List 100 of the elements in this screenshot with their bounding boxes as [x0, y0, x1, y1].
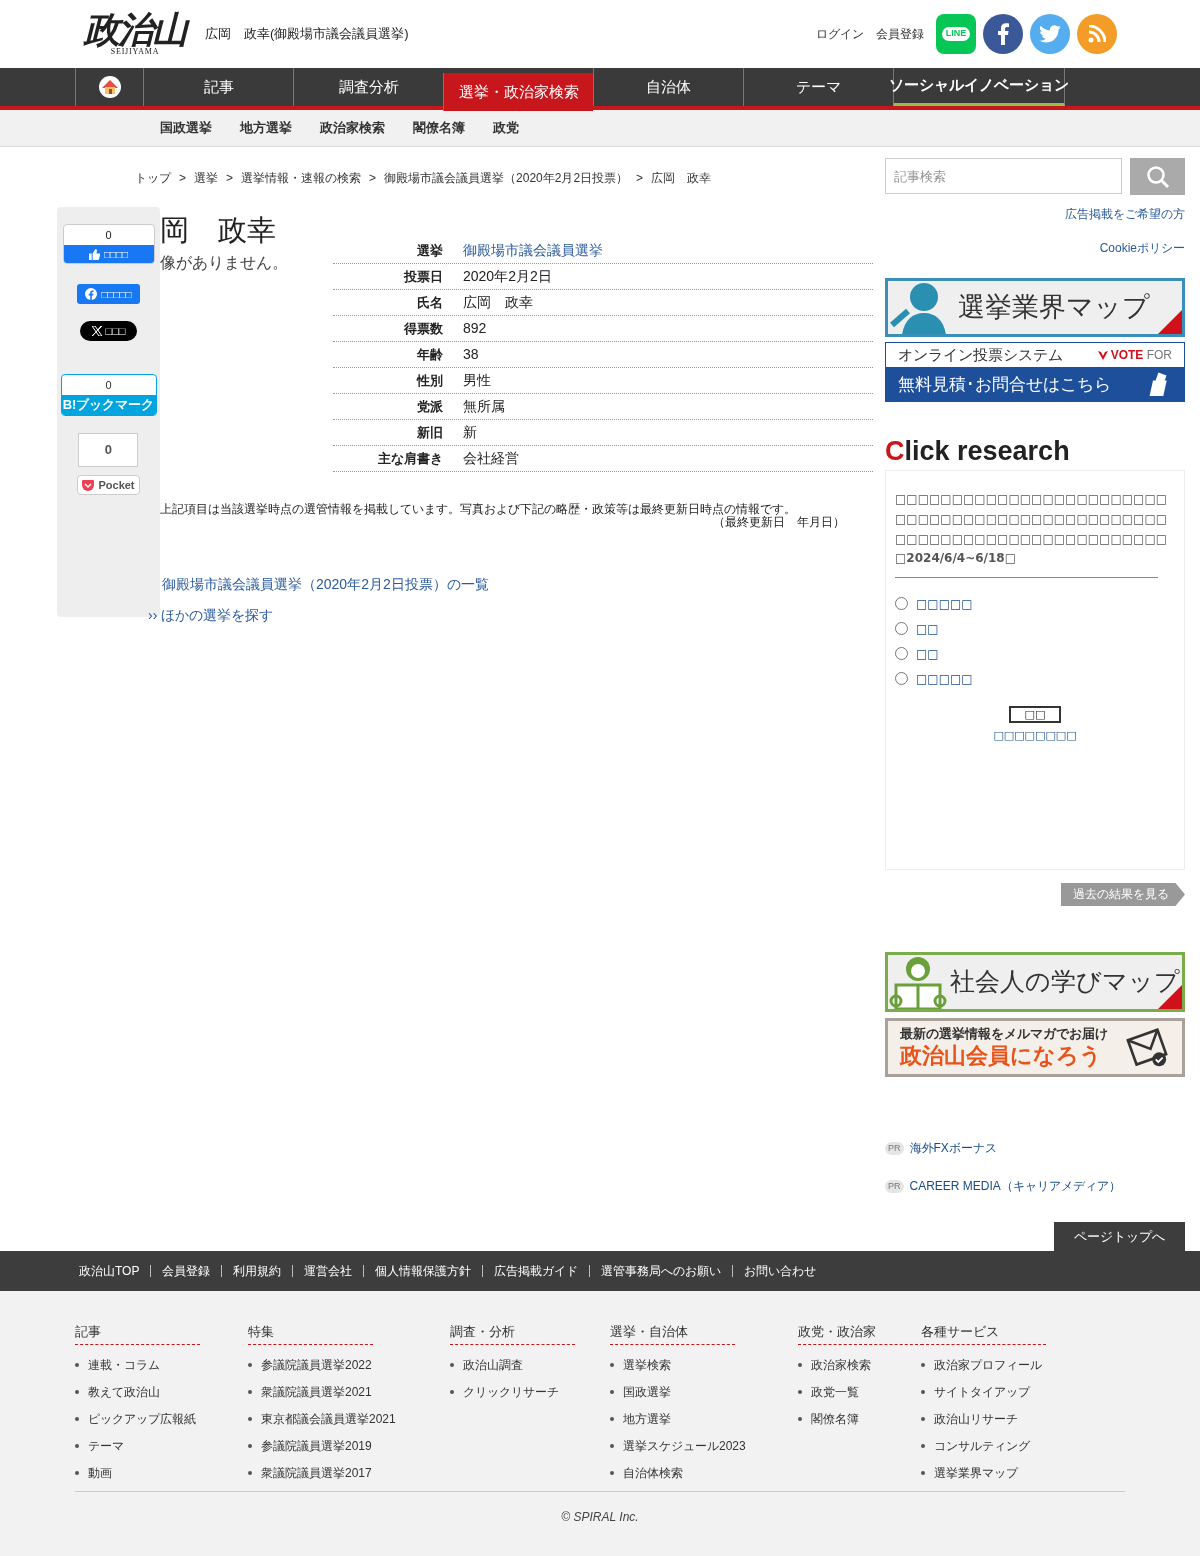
footer-column-link[interactable]: クリックリサーチ	[463, 1382, 559, 1401]
ad-inquiry-link[interactable]: 広告掲載をご希望の方	[1065, 205, 1185, 223]
footer-column-link[interactable]: 政治山調査	[463, 1355, 523, 1374]
footer-link[interactable]: 会員登録	[162, 1262, 211, 1280]
election-list-link[interactable]: 御殿場市議会議員選挙（2020年2月2日投票）の一覧	[162, 574, 875, 595]
search-button[interactable]	[1130, 158, 1185, 195]
footer-column-link[interactable]: 選挙検索	[623, 1355, 671, 1374]
bullet-icon	[75, 1443, 79, 1448]
rss-icon[interactable]	[1077, 14, 1117, 54]
footer-column-link[interactable]: ピックアップ広報紙	[88, 1409, 196, 1428]
footer-column-link[interactable]: 自治体検索	[623, 1463, 683, 1482]
footer-column-link[interactable]: テーマ	[88, 1436, 124, 1455]
footer-column-link[interactable]: 政治家検索	[811, 1355, 871, 1374]
field-value: 広岡 政幸	[463, 293, 533, 312]
footer-column-link[interactable]: 東京都議会議員選挙2021	[261, 1409, 396, 1428]
hatena-widget[interactable]: 0 B!ブックマーク	[60, 374, 157, 416]
pr-badge: PR	[885, 1141, 904, 1156]
x-post-button[interactable]: □□□	[79, 321, 138, 341]
footer-column-link[interactable]: 参議院議員選挙2019	[261, 1436, 372, 1455]
breadcrumb-link[interactable]: 選挙情報・速報の検索	[241, 169, 362, 187]
pr-badge: PR	[885, 1179, 904, 1194]
header-link[interactable]: 会員登録	[876, 25, 924, 43]
bullet-icon	[75, 1416, 79, 1421]
breadcrumb-link[interactable]: 御殿場市議会議員選挙（2020年2月2日投票）	[384, 169, 629, 187]
footer-column-link[interactable]: 地方選挙	[623, 1409, 671, 1428]
radio-button[interactable]	[895, 672, 908, 686]
click-research-heading: Click research	[885, 435, 1071, 468]
nav-tab[interactable]: 記事	[143, 68, 293, 106]
breadcrumb-link[interactable]: 選挙	[194, 169, 218, 187]
bullet-icon	[248, 1362, 252, 1367]
sub-nav-link[interactable]: 政治家検索	[320, 118, 385, 138]
learning-map-banner[interactable]: 社会人の学びマップ	[885, 952, 1185, 1012]
like-count: 0	[104, 228, 113, 243]
bullet-icon	[921, 1362, 925, 1367]
footer-column-link[interactable]: 政治家プロフィール	[934, 1355, 1042, 1374]
search-field[interactable]: 記事検索	[885, 158, 1122, 194]
footer-column-link[interactable]: 政治山リサーチ	[934, 1409, 1018, 1428]
sub-nav-link[interactable]: 閣僚名簿	[413, 118, 465, 138]
header-link[interactable]: ログイン	[816, 25, 864, 43]
footer-column-link[interactable]: 選挙スケジュール2023	[623, 1436, 746, 1455]
twitter-icon[interactable]	[1030, 14, 1070, 54]
nav-tab[interactable]: 選挙・政治家検索	[443, 73, 593, 111]
sub-nav-link[interactable]: 地方選挙	[240, 118, 292, 138]
poll-results-link[interactable]: □□□□□□□□	[993, 728, 1077, 745]
footer-column-link[interactable]: 閣僚名簿	[811, 1409, 859, 1428]
footer-link[interactable]: 個人情報保護方針	[375, 1262, 472, 1280]
field-value-link[interactable]: 御殿場市議会議員選挙	[463, 240, 603, 261]
footer-link[interactable]: 選管事務局へのお願い	[601, 1262, 722, 1280]
footer-column-link[interactable]: 政党一覧	[811, 1382, 859, 1401]
footer-column-link[interactable]: 国政選挙	[623, 1382, 671, 1401]
like-widget[interactable]: 0 □□□□	[62, 224, 155, 264]
footer-column-link[interactable]: 衆議院議員選挙2017	[261, 1463, 372, 1482]
field-label: 氏名	[416, 293, 443, 312]
footer-column-link[interactable]: 動画	[88, 1463, 112, 1482]
footer-column-link[interactable]: 教えて政治山	[88, 1382, 160, 1401]
page-top-button[interactable]: ページトップへ	[1054, 1222, 1185, 1251]
pr-link[interactable]: CAREER MEDIA（キャリアメディア）	[909, 1177, 1121, 1196]
membership-banner[interactable]: 最新の選挙情報をメルマガでお届け 政治山会員になろう	[885, 1017, 1185, 1078]
footer-column-link[interactable]: サイトタイアップ	[934, 1382, 1030, 1401]
facebook-icon[interactable]	[983, 14, 1023, 54]
search-icon	[1145, 164, 1170, 189]
vote-button[interactable]: □□	[1009, 706, 1061, 724]
bullet-icon	[798, 1389, 802, 1394]
bullet-icon	[450, 1362, 454, 1367]
field-label: 年齢	[416, 345, 443, 364]
cookie-policy-link[interactable]: Cookieポリシー	[1099, 239, 1185, 257]
site-logo[interactable]: 政治山 SEIJIYAMA	[75, 12, 195, 56]
radio-button[interactable]	[895, 597, 908, 611]
footer-link[interactable]: お問い合わせ	[744, 1262, 817, 1280]
radio-button[interactable]	[895, 622, 908, 636]
footer-column-link[interactable]: 参議院議員選挙2022	[261, 1355, 372, 1374]
disclaimer-text: 上記項目は当該選挙時点の選管情報を掲載しています。写真および下記の略歴・政策等は最終更新日時点の情報です。	[160, 502, 797, 516]
footer-link[interactable]: 政治山TOP	[79, 1262, 140, 1280]
option-label: □□	[916, 620, 939, 638]
footer-column-link[interactable]: 連載・コラム	[88, 1355, 160, 1374]
footer-link[interactable]: 利用規約	[233, 1262, 282, 1280]
breadcrumb-link[interactable]: トップ	[135, 169, 171, 187]
facebook-share-button[interactable]: □□□□□	[77, 284, 140, 304]
radio-button[interactable]	[895, 647, 908, 661]
footer-column-link[interactable]: 衆議院議員選挙2021	[261, 1382, 372, 1401]
no-image-text: 像がありません。	[160, 253, 289, 273]
footer-link[interactable]: 運営会社	[304, 1262, 353, 1280]
pr-link[interactable]: 海外FXボーナス	[909, 1139, 997, 1158]
last-updated-text: （最終更新日 年月日）	[713, 516, 845, 529]
election-map-banner[interactable]: 選挙業界マップ	[885, 278, 1185, 338]
footer-column-link[interactable]: コンサルティング	[934, 1436, 1030, 1455]
sub-nav-link[interactable]: 政党	[493, 118, 519, 138]
nav-tab[interactable]: 自治体	[593, 68, 743, 106]
sub-nav-link[interactable]: 国政選挙	[160, 118, 212, 138]
pocket-button[interactable]: Pocket	[77, 475, 140, 495]
option-label: □□□□□	[916, 670, 973, 688]
bullet-icon	[921, 1389, 925, 1394]
footer-column-link[interactable]: 選挙業界マップ	[934, 1463, 1018, 1482]
online-voting-banner[interactable]: オンライン投票システム VOTE FOR 無料見積･お問合せはこちら	[885, 342, 1185, 403]
like-button[interactable]: □□□□	[63, 245, 154, 263]
x-logo-icon	[91, 326, 102, 336]
field-value: 男性	[463, 371, 491, 390]
footer-link[interactable]: 広告掲載ガイド	[494, 1262, 579, 1280]
more-elections-link[interactable]: ›› ほかの選挙を探す	[148, 605, 875, 626]
vote-logo-icon	[1096, 349, 1109, 362]
